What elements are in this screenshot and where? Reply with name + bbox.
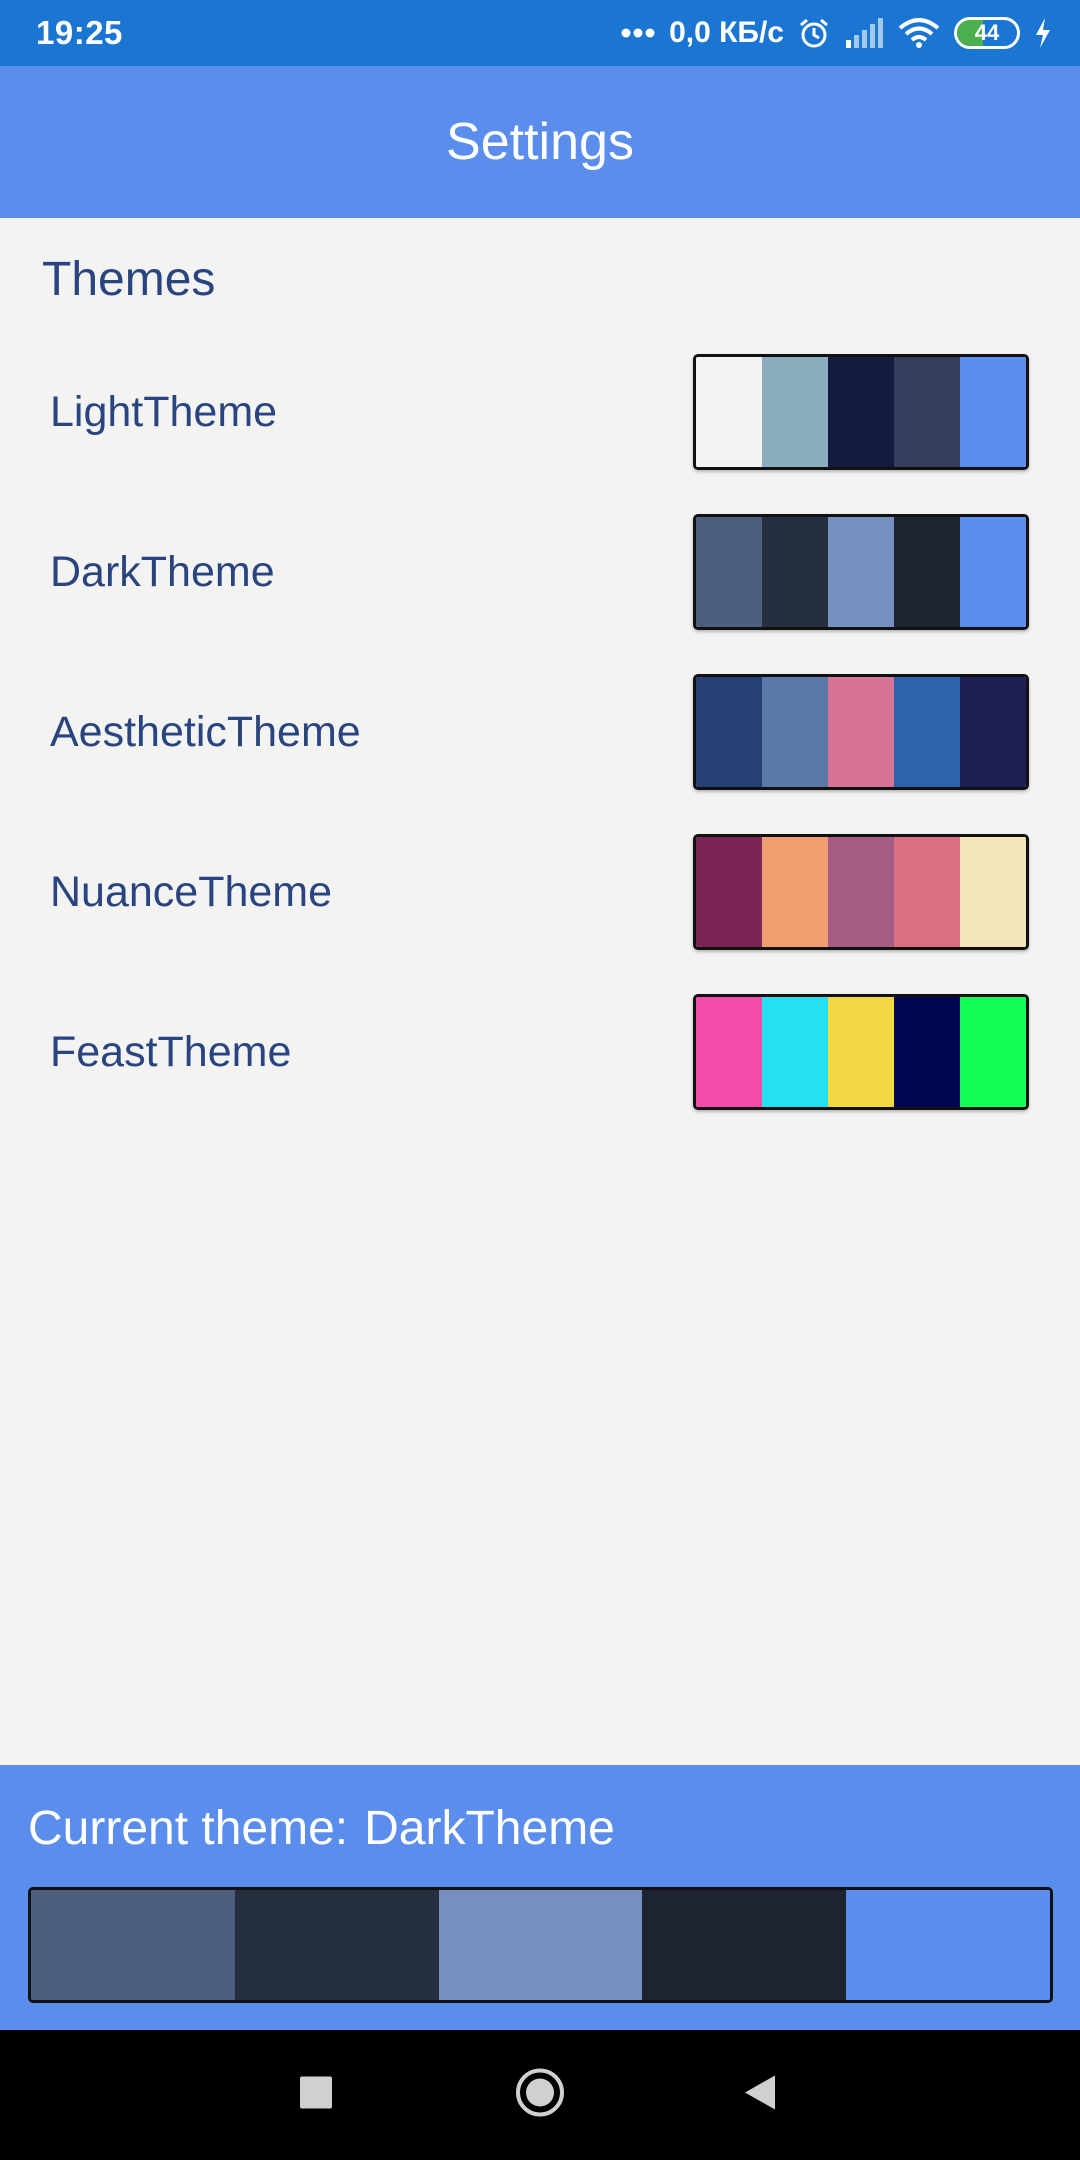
system-nav-bar — [0, 2030, 1080, 2160]
color-segment — [762, 357, 828, 467]
theme-row-dark[interactable]: DarkTheme — [0, 513, 1080, 631]
color-segment — [960, 837, 1026, 947]
battery-level: 44 — [974, 20, 1000, 45]
dots-icon — [621, 28, 655, 38]
color-segment — [894, 997, 960, 1107]
theme-row-light[interactable]: LightTheme — [0, 353, 1080, 471]
charging-icon — [1034, 18, 1052, 48]
status-icons: 0,0 КБ/с 44 — [621, 16, 1052, 50]
theme-swatch[interactable] — [693, 674, 1029, 790]
theme-swatch[interactable] — [693, 354, 1029, 470]
theme-name: LightTheme — [50, 387, 278, 436]
alarm-icon — [798, 17, 830, 49]
theme-row-aesthetic[interactable]: AestheticTheme — [0, 673, 1080, 791]
color-segment — [828, 837, 894, 947]
color-segment — [828, 517, 894, 627]
color-segment — [762, 677, 828, 787]
page-title: Settings — [446, 113, 634, 171]
theme-swatch[interactable] — [693, 994, 1029, 1110]
current-theme-label: Current theme: DarkTheme — [28, 1801, 631, 1856]
color-segment — [894, 677, 960, 787]
theme-name: DarkTheme — [50, 547, 275, 596]
color-segment — [696, 517, 762, 627]
theme-swatch[interactable] — [693, 514, 1029, 630]
home-circle-icon[interactable] — [515, 2068, 565, 2123]
section-title-themes: Themes — [42, 253, 216, 306]
color-segment — [894, 357, 960, 467]
color-segment — [960, 677, 1026, 787]
current-theme-prefix: Current theme: — [28, 1802, 349, 1855]
app-bar: Settings — [0, 66, 1080, 218]
battery-icon: 44 — [954, 17, 1020, 49]
color-segment — [642, 1890, 847, 2000]
network-speed: 0,0 КБ/с — [669, 16, 784, 49]
current-theme-swatch — [28, 1887, 1053, 2003]
color-segment — [960, 517, 1026, 627]
color-segment — [31, 1890, 235, 2000]
color-segment — [846, 1890, 1050, 2000]
recents-square-icon[interactable] — [299, 2076, 333, 2115]
status-time: 19:25 — [36, 14, 123, 51]
current-theme-name: DarkTheme — [364, 1802, 615, 1855]
color-segment — [696, 677, 762, 787]
current-theme-panel: Current theme: DarkTheme — [0, 1765, 1080, 2030]
theme-swatch[interactable] — [693, 834, 1029, 950]
color-segment — [762, 517, 828, 627]
color-segment — [438, 1890, 643, 2000]
color-segment — [234, 1890, 439, 2000]
color-segment — [762, 997, 828, 1107]
theme-name: NuanceTheme — [50, 867, 333, 916]
theme-name: AestheticTheme — [50, 707, 361, 756]
color-segment — [696, 997, 762, 1107]
color-segment — [828, 997, 894, 1107]
theme-name: FeastTheme — [50, 1027, 292, 1076]
color-segment — [894, 517, 960, 627]
color-segment — [828, 677, 894, 787]
theme-row-feast[interactable]: FeastTheme — [0, 993, 1080, 1111]
color-segment — [762, 837, 828, 947]
color-segment — [696, 837, 762, 947]
status-bar: 19:25 0,0 КБ/с 44 — [0, 0, 1080, 66]
signal-icon — [844, 18, 884, 48]
color-segment — [894, 837, 960, 947]
theme-row-nuance[interactable]: NuanceTheme — [0, 833, 1080, 951]
color-segment — [828, 357, 894, 467]
color-segment — [960, 357, 1026, 467]
color-segment — [696, 357, 762, 467]
back-triangle-icon[interactable] — [743, 2074, 777, 2117]
wifi-icon — [898, 18, 940, 48]
color-segment — [960, 997, 1026, 1107]
